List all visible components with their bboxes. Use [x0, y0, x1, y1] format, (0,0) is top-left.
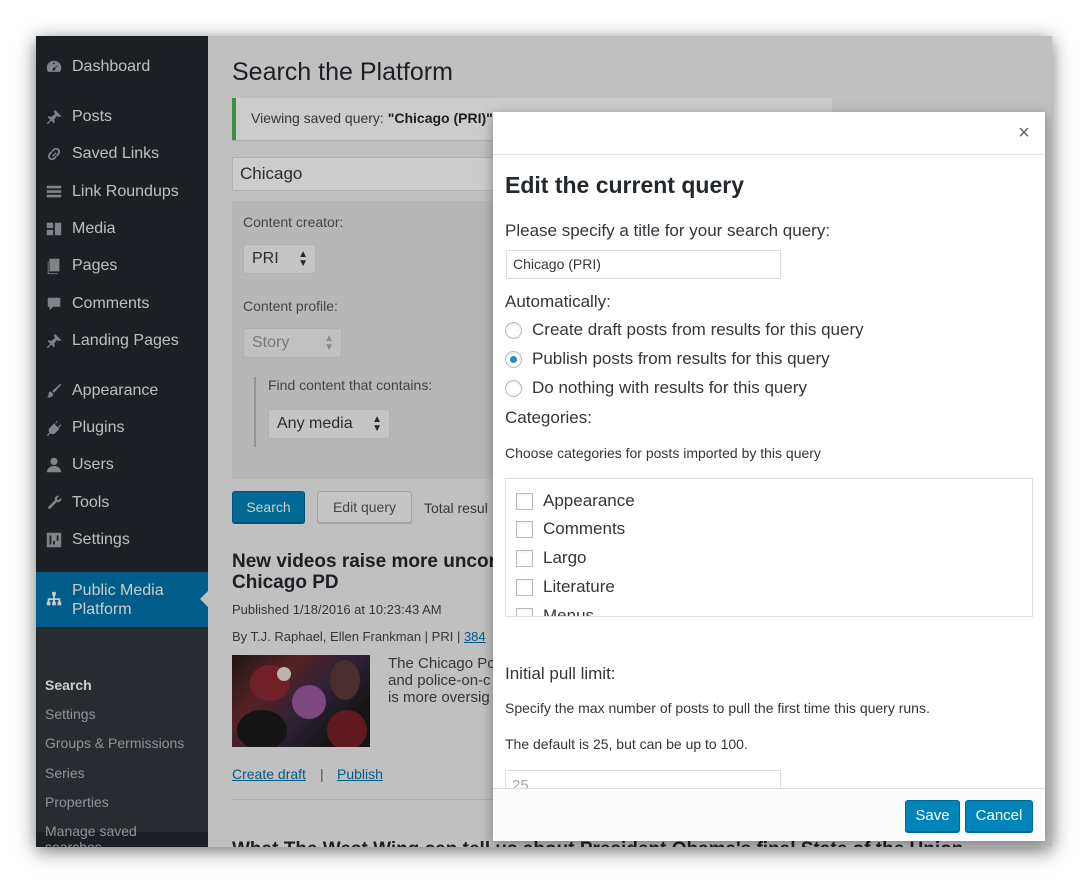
pull-limit-help-text: Specify the max number of posts to pull …	[505, 700, 930, 716]
modal-header-divider	[493, 154, 1045, 155]
cancel-button[interactable]: Cancel	[965, 800, 1033, 832]
checkbox[interactable]	[516, 549, 533, 567]
category-label: Comments	[543, 519, 626, 538]
radio-label: Publish posts from results for this quer…	[532, 349, 830, 368]
category-appearance[interactable]: Appearance	[516, 489, 635, 513]
radio-do-nothing[interactable]: Do nothing with results for this query	[505, 377, 807, 399]
checkbox[interactable]	[516, 607, 533, 616]
radio-button[interactable]	[505, 379, 522, 397]
category-menus[interactable]: Menus	[516, 604, 595, 617]
app-window: Dashboard Posts Saved Links Link Roundup…	[36, 36, 1052, 847]
categories-label: Categories:	[505, 408, 592, 427]
category-label: Literature	[543, 577, 615, 596]
category-label: Menus	[543, 606, 595, 617]
category-largo[interactable]: Largo	[516, 546, 586, 570]
checkbox[interactable]	[516, 520, 533, 538]
radio-label: Do nothing with results for this query	[532, 378, 807, 397]
radio-publish[interactable]: Publish posts from results for this quer…	[505, 348, 830, 370]
title-prompt-label: Please specify a title for your search q…	[505, 221, 831, 240]
pull-limit-default-text: The default is 25, but can be up to 100.	[505, 736, 748, 752]
category-literature[interactable]: Literature	[516, 575, 615, 599]
category-comments[interactable]: Comments	[516, 517, 625, 541]
checkbox[interactable]	[516, 578, 533, 596]
edit-query-modal: × Edit the current query Please specify …	[493, 112, 1045, 841]
close-icon[interactable]: ×	[1013, 122, 1035, 144]
radio-label: Create draft posts from results for this…	[532, 320, 864, 339]
checkbox[interactable]	[516, 492, 533, 510]
categories-help-text: Choose categories for posts imported by …	[505, 445, 821, 461]
save-button[interactable]: Save	[905, 800, 960, 832]
modal-footer: Save Cancel	[493, 788, 1045, 841]
automatically-label: Automatically:	[505, 292, 611, 311]
radio-create-draft[interactable]: Create draft posts from results for this…	[505, 319, 864, 341]
category-label: Largo	[543, 548, 587, 567]
query-title-input[interactable]: Chicago (PRI)	[506, 250, 781, 279]
modal-heading: Edit the current query	[505, 172, 744, 198]
radio-button-checked[interactable]	[505, 350, 522, 368]
pull-limit-label: Initial pull limit:	[505, 664, 616, 683]
radio-button[interactable]	[505, 321, 522, 339]
categories-checklist[interactable]: Appearance Comments Largo Literature Men…	[505, 478, 1033, 617]
category-label: Appearance	[543, 491, 635, 510]
